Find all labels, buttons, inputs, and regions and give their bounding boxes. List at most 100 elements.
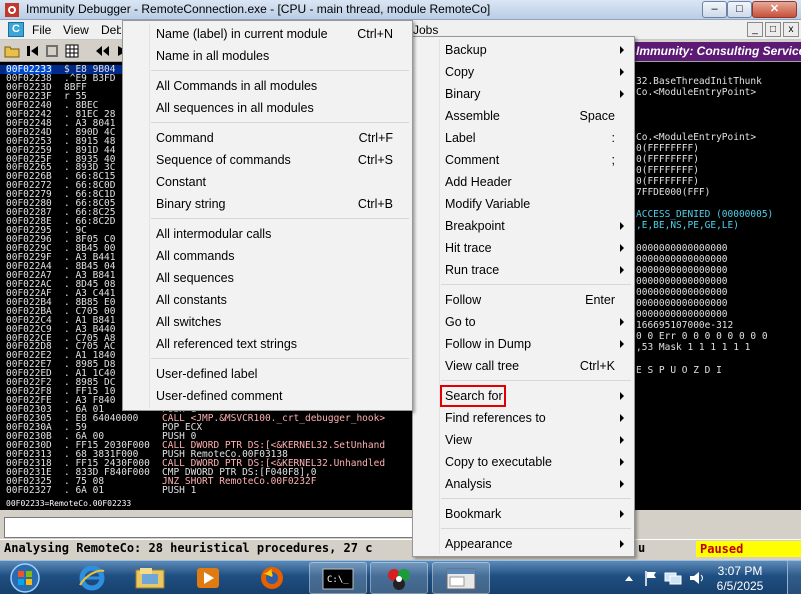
context-menu-item-find-references-to[interactable]: Find references to: [413, 407, 634, 429]
search-menu-item-all-switches[interactable]: All switches: [123, 311, 412, 333]
disasm-row[interactable]: 00F02305. E8 64040000 CALL <JMP.&MSVCR100…: [0, 414, 412, 424]
register-line: 0000000000000000: [636, 264, 728, 276]
register-line: 166695107000e-312: [636, 320, 734, 332]
context-menu-item-view[interactable]: View: [413, 429, 634, 451]
context-menu-item-binary[interactable]: Binary: [413, 83, 634, 105]
disasm-row[interactable]: 00F02327 . 6A 01 PUSH 1: [0, 485, 412, 495]
tray-overflow-icon[interactable]: [624, 571, 634, 585]
menu-item-shortcut: Ctrl+B: [357, 197, 393, 211]
taskbar-windows-explorer[interactable]: [122, 562, 180, 594]
grid-icon[interactable]: [64, 43, 80, 59]
start-orb-icon[interactable]: [8, 562, 42, 594]
context-menu-item-follow[interactable]: Follow Enter: [413, 289, 634, 311]
menu-item-label: Binary: [445, 87, 481, 101]
context-menu-item-hit-trace[interactable]: Hit trace: [413, 237, 634, 259]
taskbar-internet-explorer[interactable]: [65, 562, 123, 594]
open-icon[interactable]: [4, 43, 20, 59]
menu-item-label: Constant: [156, 175, 207, 189]
submenu-arrow-icon: [620, 436, 624, 444]
search-menu-item-constant[interactable]: Constant: [123, 171, 412, 193]
search-menu-item-sequence-of-commands[interactable]: Sequence of commands Ctrl+S: [123, 149, 412, 171]
clock-time[interactable]: 3:07 PM: [713, 564, 767, 578]
restart-icon[interactable]: [24, 43, 40, 59]
register-line: Co.<ModuleEntryPoint>: [636, 87, 757, 99]
cpu-window-icon[interactable]: C: [8, 22, 24, 37]
context-menu-item-label[interactable]: Label:: [413, 127, 634, 149]
context-menu-item-assemble[interactable]: Assemble Space: [413, 105, 634, 127]
minimize-button[interactable]: –: [702, 1, 727, 18]
search-menu-item-name-in-all-modules[interactable]: Name in all modules: [123, 45, 412, 67]
menu-separator: [151, 358, 409, 359]
clock-date[interactable]: 6/5/2025: [713, 579, 767, 593]
volume-icon[interactable]: [688, 570, 706, 586]
mdi-minimize-button[interactable]: _: [747, 22, 763, 37]
menu-separator: [441, 528, 631, 529]
search-menu-item-command[interactable]: Command Ctrl+F: [123, 127, 412, 149]
menu-separator: [151, 122, 409, 123]
mdi-restore-button[interactable]: □: [765, 22, 781, 37]
menu-debug[interactable]: Debug: [101, 23, 121, 37]
submenu-arrow-icon: [620, 46, 624, 54]
context-menu-item-breakpoint[interactable]: Breakpoint: [413, 215, 634, 237]
context-menu-item-modify-variable[interactable]: Modify Variable: [413, 193, 634, 215]
context-menu-item-copy[interactable]: Copy: [413, 61, 634, 83]
search-menu-item-all-constants[interactable]: All constants: [123, 289, 412, 311]
context-menu-item-bookmark[interactable]: Bookmark: [413, 503, 634, 525]
menu-item-label: Assemble: [445, 109, 500, 123]
context-menu-item-add-header[interactable]: Add Header: [413, 171, 634, 193]
taskbar-immunity-debugger[interactable]: [370, 562, 428, 594]
action-center-flag-icon[interactable]: [643, 570, 659, 586]
network-icon[interactable]: [664, 570, 682, 586]
menu-jobs[interactable]: Jobs: [413, 23, 438, 37]
taskbar-command-prompt[interactable]: C:\_: [309, 562, 367, 594]
register-line: 0000000000000000: [636, 309, 728, 321]
taskbar-app-window[interactable]: [432, 562, 490, 594]
register-line: ,E,BE,NS,PE,GE,LE): [636, 220, 739, 232]
search-menu-item-user-defined-comment[interactable]: User-defined comment: [123, 385, 412, 407]
taskbar-media-player[interactable]: [180, 562, 238, 594]
menu-item-label: Breakpoint: [445, 219, 505, 233]
command-input[interactable]: [4, 517, 416, 538]
menu-item-label: All intermodular calls: [156, 227, 272, 241]
disasm-row[interactable]: 00F0230A. 59 POP ECX: [0, 423, 412, 433]
register-line: 0000000000000000: [636, 286, 728, 298]
context-menu-item-appearance[interactable]: Appearance: [413, 533, 634, 555]
menu-view[interactable]: View: [63, 23, 89, 37]
title-bar[interactable]: Immunity Debugger - RemoteConnection.exe…: [0, 0, 801, 20]
show-desktop-button[interactable]: [787, 561, 801, 594]
taskbar: C:\_ 3:07 PM 6/5/2025: [0, 560, 801, 594]
menu-item-label: User-defined label: [156, 367, 258, 381]
disasm-row[interactable]: 00F02325. 75 08 JNZ SHORT RemoteCo.00F023…: [0, 476, 412, 486]
register-line: 0000000000000000: [636, 298, 728, 309]
context-menu-item-copy-to-executable[interactable]: Copy to executable: [413, 451, 634, 473]
context-menu-item-run-trace[interactable]: Run trace: [413, 259, 634, 281]
context-menu-item-follow-in-dump[interactable]: Follow in Dump: [413, 333, 634, 355]
menu-item-shortcut: Ctrl+N: [357, 27, 393, 41]
context-menu-item-comment[interactable]: Comment;: [413, 149, 634, 171]
mdi-close-button[interactable]: x: [783, 22, 799, 37]
context-menu-item-backup[interactable]: Backup: [413, 39, 634, 61]
menu-file[interactable]: File: [32, 23, 51, 37]
search-menu-item-all-sequences-in-all-modules[interactable]: All sequences in all modules: [123, 97, 412, 119]
search-menu-item-all-intermodular-calls[interactable]: All intermodular calls: [123, 223, 412, 245]
search-menu-item-all-sequences[interactable]: All sequences: [123, 267, 412, 289]
taskbar-firefox[interactable]: [244, 562, 302, 594]
search-menu-item-all-referenced-text-strings[interactable]: All referenced text strings: [123, 333, 412, 355]
window-title: Immunity Debugger - RemoteConnection.exe…: [26, 2, 491, 16]
step-back-icon[interactable]: [94, 43, 110, 59]
context-menu-item-analysis[interactable]: Analysis: [413, 473, 634, 495]
search-menu-item-name-label-in-current-module[interactable]: Name (label) in current module Ctrl+N: [123, 23, 412, 45]
close-button[interactable]: ✕: [752, 1, 797, 18]
search-menu-item-binary-string[interactable]: Binary string Ctrl+B: [123, 193, 412, 215]
search-menu-item-user-defined-label[interactable]: User-defined label: [123, 363, 412, 385]
search-menu-item-all-commands-in-all-modules[interactable]: All Commands in all modules: [123, 75, 412, 97]
maximize-button[interactable]: □: [727, 1, 752, 18]
search-menu-item-all-commands[interactable]: All commands: [123, 245, 412, 267]
menu-item-label: All sequences: [156, 271, 234, 285]
registers-pane[interactable]: 32.BaseThreadInitThunk Co.<ModuleEntryPoi…: [634, 62, 801, 510]
register-line: 0000000000000000: [636, 275, 728, 287]
menu-item-label: Modify Variable: [445, 197, 531, 211]
close-file-icon[interactable]: [44, 43, 60, 59]
context-menu-item-view-call-tree[interactable]: View call tree Ctrl+K: [413, 355, 634, 377]
context-menu-item-go-to[interactable]: Go to: [413, 311, 634, 333]
